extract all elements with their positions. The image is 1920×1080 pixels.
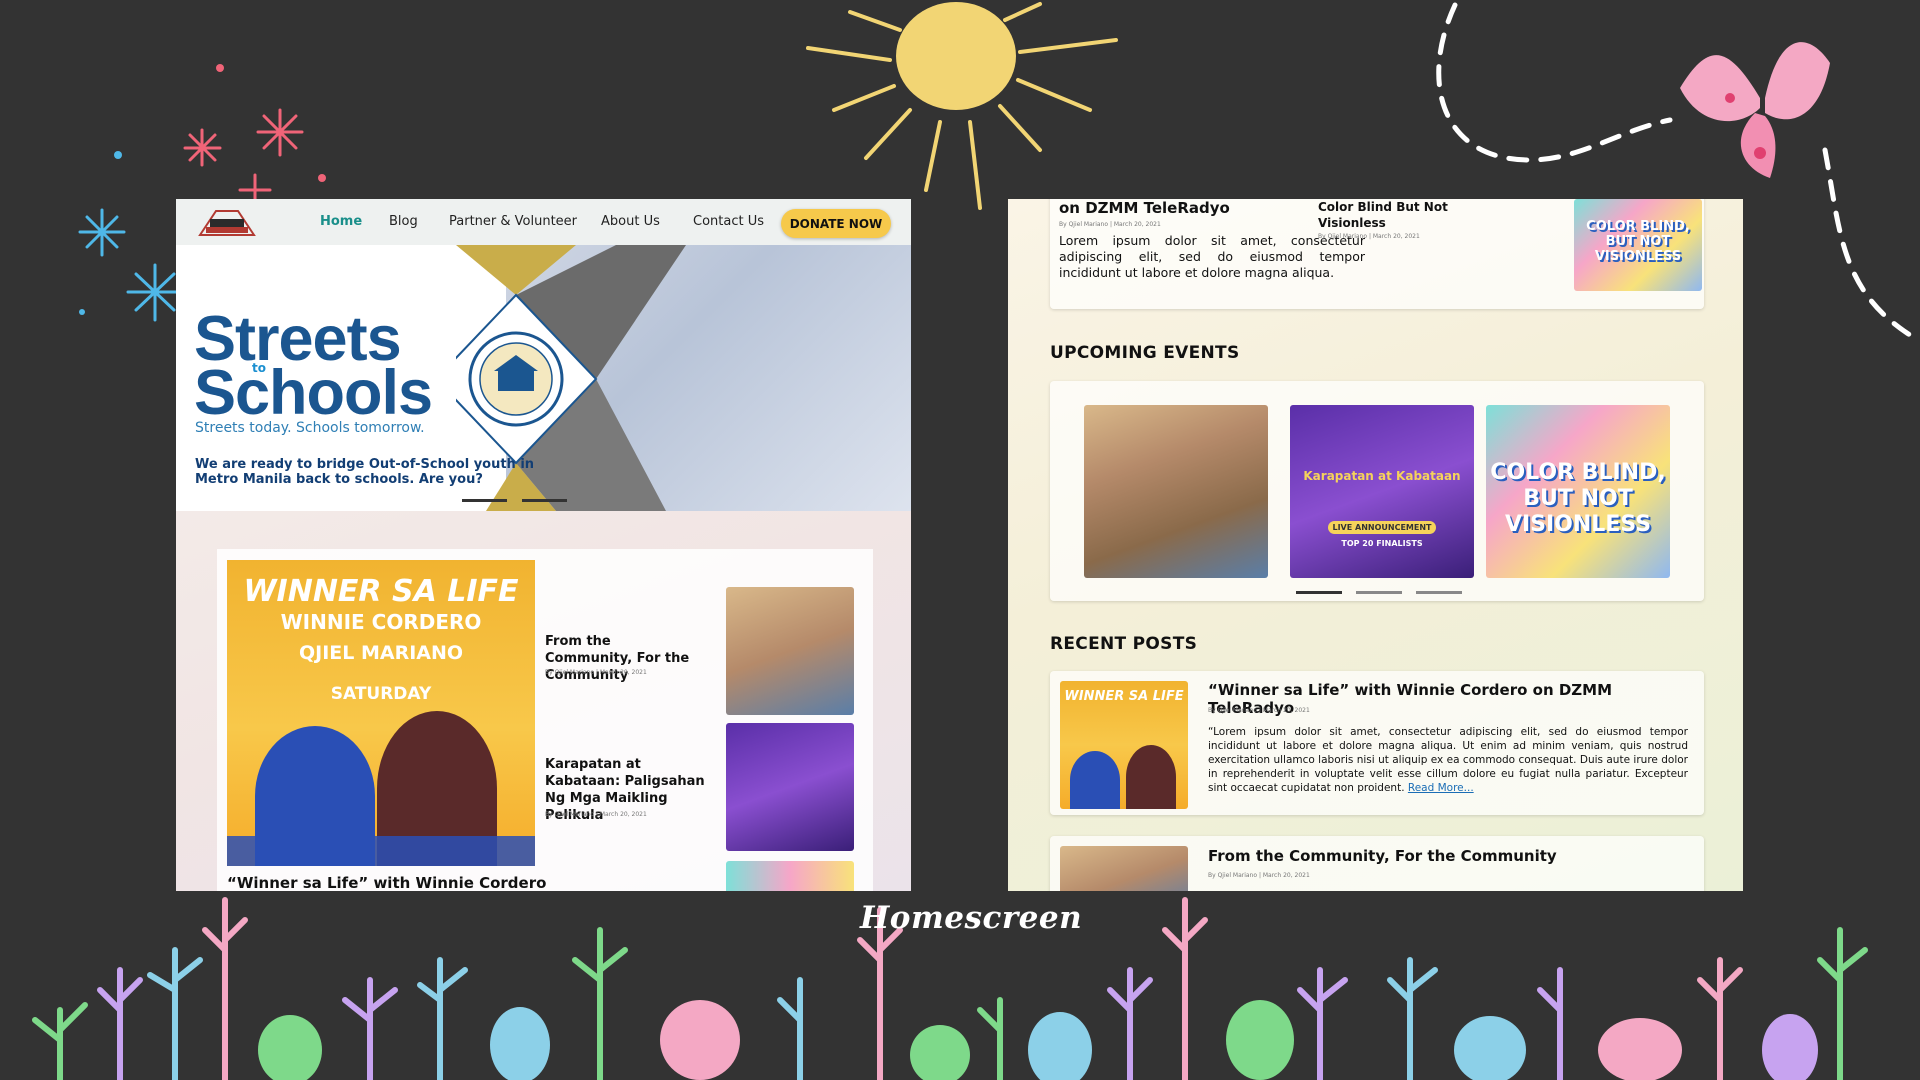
hero-title-to: to [252,361,266,375]
nav-blog[interactable]: Blog [389,214,418,229]
side-post-meta-2: By Qjiel Mariano | March 20, 2021 [545,811,647,818]
nav-about-us[interactable]: About Us [601,214,660,229]
homepage-screen-top: Home Blog Partner & Volunteer About Us C… [176,199,911,891]
nav-contact-us[interactable]: Contact Us [693,214,764,229]
color-blind-post-meta: By Qjiel Mariano | March 20, 2021 [1318,233,1420,240]
recent-post-card-1[interactable]: WINNER SA LIFE “Winner sa Life” with Win… [1050,671,1704,815]
upcoming-events-carousel: Karapatan at Kabataan LIVE ANNOUNCEMENT … [1050,381,1704,601]
color-blind-thumbnail[interactable]: COLOR BLIND, BUT NOT VISIONLESS [1574,199,1702,291]
hero-title: Streets Schools [194,304,433,428]
recent-posts-heading: RECENT POSTS [1050,634,1198,654]
featured-post-image[interactable]: WINNER SA LIFE WINNIE CORDERO QJIEL MARI… [227,560,535,866]
event-card-karapatan[interactable]: Karapatan at Kabataan LIVE ANNOUNCEMENT … [1290,405,1474,578]
homepage-screen-scrolled: on DZMM TeleRadyo By Qjiel Mariano | Mar… [1008,199,1743,891]
recent-post-meta-2: By Qjiel Mariano | March 20, 2021 [1208,872,1310,879]
previous-post-meta: By Qjiel Mariano | March 20, 2021 [1059,221,1161,228]
nav-partner-volunteer[interactable]: Partner & Volunteer [449,214,577,229]
side-post-meta-1: By Qjiel Mariano | March 20, 2021 [545,669,647,676]
featured-post-caption[interactable]: “Winner sa Life” with Winnie Cordero [227,874,546,891]
events-dot-2[interactable] [1356,591,1402,594]
carousel-dot-1[interactable] [462,499,507,502]
recent-post-thumbnail-2[interactable] [1060,846,1188,891]
butterfly-doodle [1680,42,1830,178]
hero-subtitle: We are ready to bridge Out-of-School you… [195,457,535,487]
previous-post-card: on DZMM TeleRadyo By Qjiel Mariano | Mar… [1050,199,1704,309]
recent-post-card-2[interactable]: From the Community, For the Community By… [1050,836,1704,891]
side-post-thumbnail-3[interactable] [726,861,854,891]
recent-post-excerpt-1: “Lorem ipsum dolor sit amet, consectetur… [1208,726,1688,794]
featured-posts-card: WINNER SA LIFE WINNIE CORDERO QJIEL MARI… [217,549,873,891]
navigation-bar: Home Blog Partner & Volunteer About Us C… [176,199,911,245]
hero-tagline: Streets today. Schools tomorrow. [195,420,425,436]
events-dot-3[interactable] [1416,591,1462,594]
previous-post-title[interactable]: on DZMM TeleRadyo [1059,199,1230,217]
homescreen-caption: Homescreen [860,900,1083,936]
recent-post-thumbnail-1[interactable]: WINNER SA LIFE [1060,681,1188,809]
side-post-title-1[interactable]: From the Community, For the Community [545,633,695,684]
color-blind-post-title[interactable]: Color Blind But Not Visionless [1318,199,1458,231]
donate-now-button[interactable]: DONATE NOW [781,209,891,238]
side-post-thumbnail-2[interactable] [726,723,854,851]
word-on-the-street-logo[interactable] [196,205,258,239]
read-more-link[interactable]: Read More... [1408,782,1474,794]
recent-post-meta-1: By Qjiel Mariano | March 20, 2021 [1208,707,1310,714]
side-post-thumbnail-1[interactable] [726,587,854,715]
event-card-community[interactable] [1084,405,1268,578]
previous-post-excerpt: Lorem ipsum dolor sit amet, consectetur … [1059,233,1365,280]
nav-home[interactable]: Home [320,214,362,229]
event-card-color-blind[interactable]: COLOR BLIND, BUT NOT VISIONLESS [1486,405,1670,578]
carousel-dot-2[interactable] [522,499,567,502]
hero-banner: Streets Schools to Streets today. School… [176,245,911,511]
upcoming-events-heading: UPCOMING EVENTS [1050,343,1240,363]
recent-post-title-2[interactable]: From the Community, For the Community [1208,847,1557,865]
sun-doodle [806,2,1118,210]
events-dot-1[interactable] [1296,591,1342,594]
